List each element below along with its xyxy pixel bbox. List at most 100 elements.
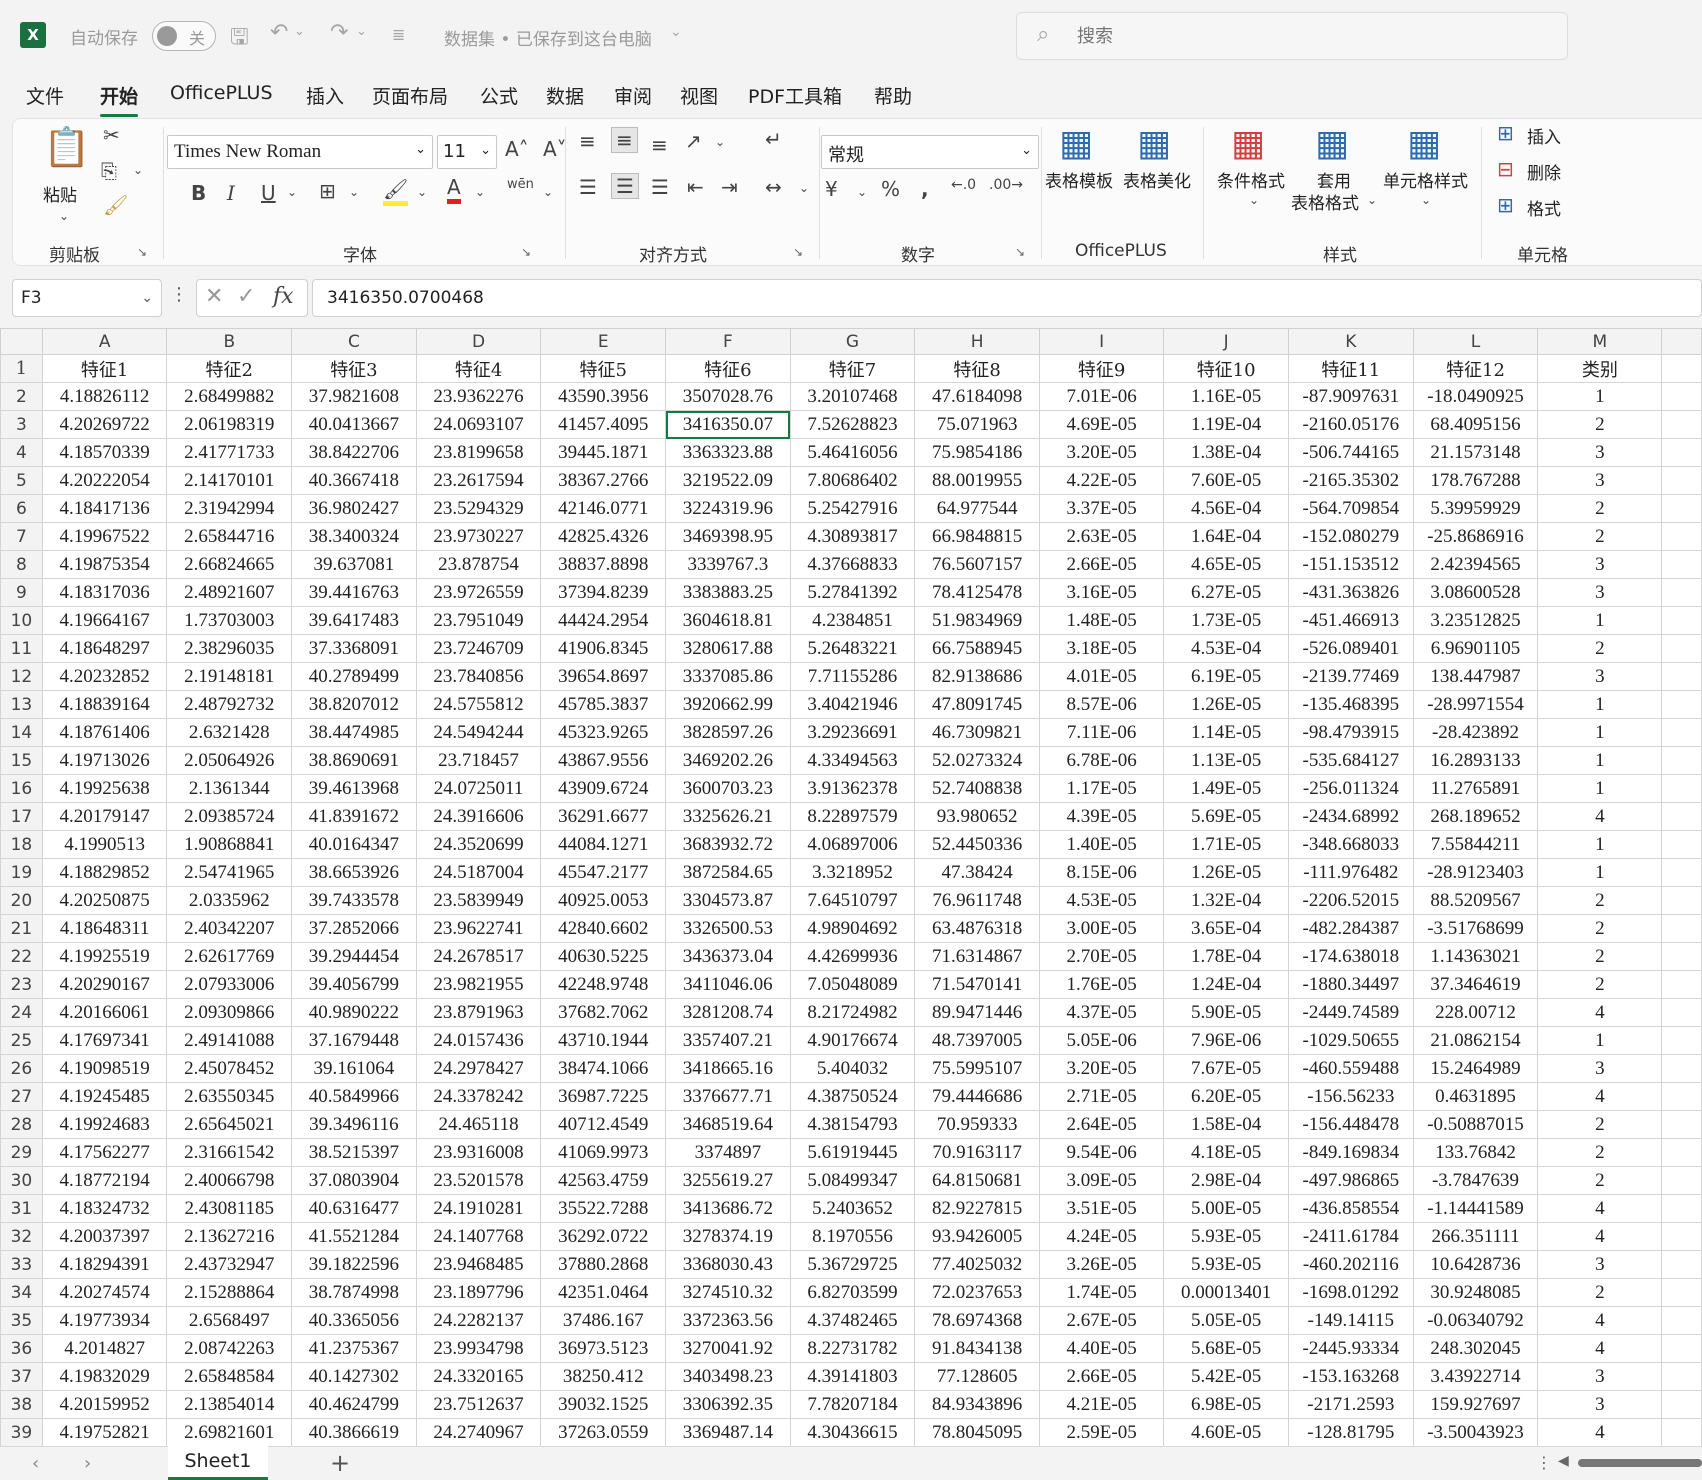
cell-m32[interactable]: 4: [1537, 1222, 1663, 1251]
cell-c33[interactable]: 39.1822596: [291, 1250, 417, 1279]
cell-m31[interactable]: 4: [1537, 1194, 1663, 1223]
cell-b4[interactable]: 2.41771733: [166, 438, 293, 467]
cell-f18[interactable]: 3683932.72: [665, 830, 791, 859]
cell-l39[interactable]: -3.50043923: [1412, 1418, 1539, 1446]
cell-h18[interactable]: 52.4450336: [914, 830, 1040, 859]
cell-k33[interactable]: -460.202116: [1287, 1250, 1414, 1279]
cell-a37[interactable]: 4.19832029: [41, 1362, 168, 1391]
delete-cells-label[interactable]: 删除: [1527, 159, 1561, 184]
cell-c37[interactable]: 40.1427302: [291, 1362, 417, 1391]
insert-function-icon[interactable]: fx: [273, 284, 294, 309]
cell-a31[interactable]: 4.18324732: [41, 1194, 168, 1223]
cell-c17[interactable]: 41.8391672: [291, 802, 417, 831]
cell-c30[interactable]: 37.0803904: [291, 1166, 417, 1195]
tab-data[interactable]: 数据: [546, 82, 584, 109]
increase-indent-icon[interactable]: ⇥: [721, 175, 738, 199]
cell-j30[interactable]: 2.98E-04: [1163, 1166, 1289, 1195]
cell-l17[interactable]: 268.189652: [1412, 802, 1539, 831]
cell-e6[interactable]: 42146.0771: [540, 494, 667, 523]
cell-l3[interactable]: 68.4095156: [1412, 410, 1539, 439]
cell-g31[interactable]: 5.2403652: [789, 1194, 916, 1223]
align-middle-icon[interactable]: ≡: [611, 127, 638, 153]
column-header-b[interactable]: B: [166, 328, 293, 355]
cell-k27[interactable]: -156.56233: [1287, 1082, 1414, 1111]
cell-f37[interactable]: 3403498.23: [665, 1362, 791, 1391]
cell-g5[interactable]: 7.80686402: [789, 466, 916, 495]
row-number[interactable]: 8: [0, 550, 43, 579]
cell-m37[interactable]: 3: [1537, 1362, 1663, 1391]
cell-f12[interactable]: 3337085.86: [665, 662, 791, 691]
cell-a11[interactable]: 4.18648297: [41, 634, 168, 663]
empty-cell[interactable]: [1661, 690, 1702, 719]
cell-c22[interactable]: 39.2944454: [291, 942, 417, 971]
column-header-e[interactable]: E: [540, 328, 667, 355]
cell-b28[interactable]: 2.65645021: [166, 1110, 293, 1139]
cell-g32[interactable]: 8.1970556: [789, 1222, 916, 1251]
cell-d1[interactable]: 特征4: [415, 354, 542, 383]
cell-j27[interactable]: 6.20E-05: [1163, 1082, 1289, 1111]
cell-a26[interactable]: 4.19098519: [41, 1054, 168, 1083]
empty-cell[interactable]: [1661, 858, 1702, 887]
cell-b25[interactable]: 2.49141088: [166, 1026, 293, 1055]
cell-k20[interactable]: -2206.52015: [1287, 886, 1414, 915]
cell-e1[interactable]: 特征5: [540, 354, 667, 383]
alignment-launcher-icon[interactable]: ↘: [793, 245, 803, 259]
sheet-tab-sheet1[interactable]: Sheet1: [168, 1446, 268, 1480]
row-number[interactable]: 2: [0, 382, 43, 411]
cell-g34[interactable]: 6.82703599: [789, 1278, 916, 1307]
cell-g1[interactable]: 特征7: [789, 354, 916, 383]
cell-d17[interactable]: 24.3916606: [415, 802, 542, 831]
cell-d18[interactable]: 24.3520699: [415, 830, 542, 859]
cell-e38[interactable]: 39032.1525: [540, 1390, 667, 1419]
cell-e15[interactable]: 43867.9556: [540, 746, 667, 775]
empty-cell[interactable]: [1661, 634, 1702, 663]
cell-b13[interactable]: 2.48792732: [166, 690, 293, 719]
cell-h2[interactable]: 47.6184098: [914, 382, 1040, 411]
cell-e4[interactable]: 39445.1871: [540, 438, 667, 467]
cell-e21[interactable]: 42840.6602: [540, 914, 667, 943]
cell-d23[interactable]: 23.9821955: [415, 970, 542, 999]
decrease-decimal-icon[interactable]: .00→: [989, 177, 1023, 193]
empty-cell[interactable]: [1661, 1334, 1702, 1363]
orientation-icon[interactable]: ↗: [685, 129, 702, 153]
cell-h29[interactable]: 70.9163117: [914, 1138, 1040, 1167]
cell-e31[interactable]: 35522.7288: [540, 1194, 667, 1223]
cell-c34[interactable]: 38.7874998: [291, 1278, 417, 1307]
cell-j12[interactable]: 6.19E-05: [1163, 662, 1289, 691]
cell-j39[interactable]: 4.60E-05: [1163, 1418, 1289, 1446]
cell-g9[interactable]: 5.27841392: [789, 578, 916, 607]
cell-i20[interactable]: 4.53E-05: [1038, 886, 1165, 915]
prev-sheet-icon[interactable]: ‹: [32, 1453, 39, 1474]
cell-e29[interactable]: 41069.9973: [540, 1138, 667, 1167]
cell-i13[interactable]: 8.57E-06: [1038, 690, 1165, 719]
decrease-font-icon[interactable]: A˅: [543, 137, 567, 161]
cell-h23[interactable]: 71.5470141: [914, 970, 1040, 999]
cell-e17[interactable]: 36291.6677: [540, 802, 667, 831]
merge-center-icon[interactable]: ↔: [765, 175, 782, 199]
cell-j16[interactable]: 1.49E-05: [1163, 774, 1289, 803]
row-number[interactable]: 35: [0, 1306, 43, 1335]
cell-f11[interactable]: 3280617.88: [665, 634, 791, 663]
cell-b14[interactable]: 2.6321428: [166, 718, 293, 747]
cell-d15[interactable]: 23.718457: [415, 746, 542, 775]
scroll-left-icon[interactable]: ◀: [1558, 1453, 1569, 1469]
cell-h31[interactable]: 82.9227815: [914, 1194, 1040, 1223]
cell-k10[interactable]: -451.466913: [1287, 606, 1414, 635]
cell-e10[interactable]: 44424.2954: [540, 606, 667, 635]
empty-cell[interactable]: [1661, 550, 1702, 579]
cell-d35[interactable]: 24.2282137: [415, 1306, 542, 1335]
column-header-i[interactable]: I: [1038, 328, 1165, 355]
empty-cell[interactable]: [1661, 662, 1702, 691]
paste-icon[interactable]: 📋: [43, 125, 90, 170]
row-number[interactable]: 1: [0, 354, 43, 383]
underline-dropdown-icon[interactable]: ⌄: [287, 185, 297, 199]
cell-d22[interactable]: 24.2678517: [415, 942, 542, 971]
cell-e35[interactable]: 37486.167: [540, 1306, 667, 1335]
cell-l29[interactable]: 133.76842: [1412, 1138, 1539, 1167]
cell-l22[interactable]: 1.14363021: [1412, 942, 1539, 971]
cell-e9[interactable]: 37394.8239: [540, 578, 667, 607]
cell-d6[interactable]: 23.5294329: [415, 494, 542, 523]
cell-b22[interactable]: 2.62617769: [166, 942, 293, 971]
cell-h8[interactable]: 76.5607157: [914, 550, 1040, 579]
insert-cells-label[interactable]: 插入: [1527, 123, 1561, 148]
